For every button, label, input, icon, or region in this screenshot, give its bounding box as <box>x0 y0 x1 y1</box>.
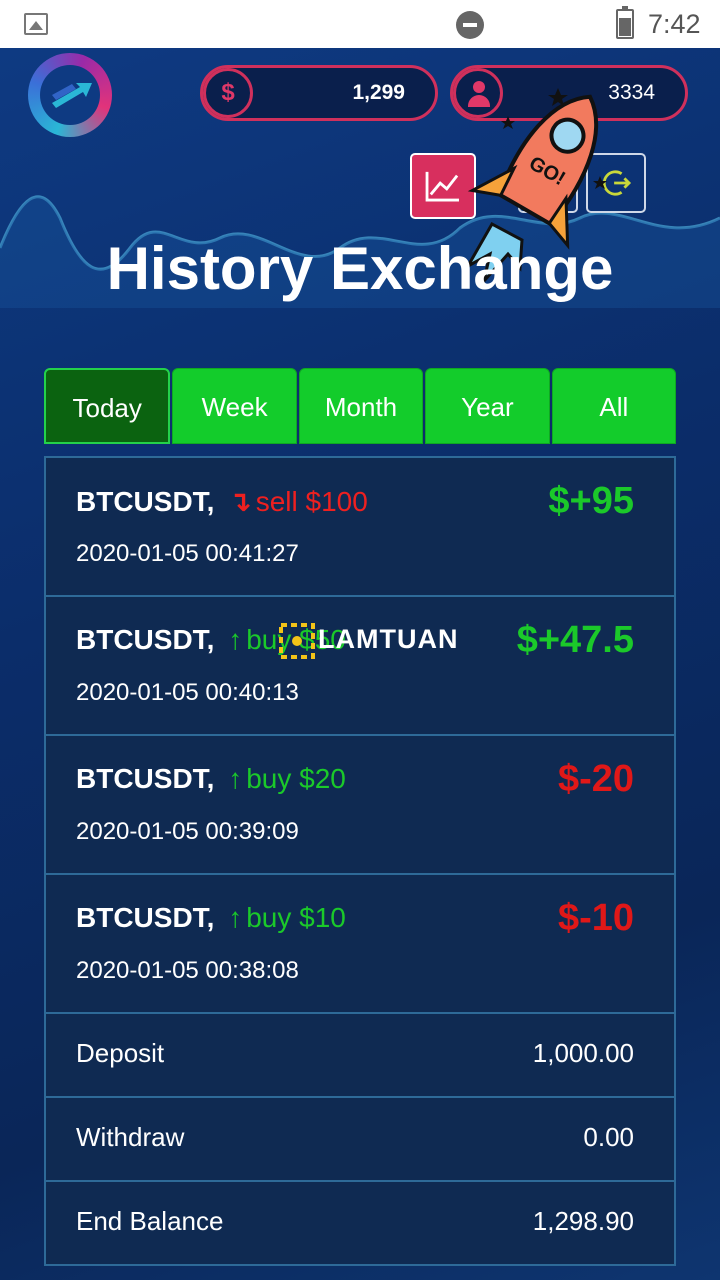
end-balance-label: End Balance <box>76 1206 224 1236</box>
trade-amount: sell $100 <box>255 486 368 517</box>
tab-today[interactable]: Today <box>44 368 171 444</box>
trade-row[interactable]: BTCUSDT, ↑ buy $10 2020-01-05 00:38:08 $-… <box>46 875 674 1014</box>
trade-amount: buy $20 <box>246 763 346 794</box>
deposit-row: Deposit 1,000.00 <box>46 1014 674 1098</box>
trade-time: 2020-01-05 00:39:09 <box>76 818 299 845</box>
tab-year[interactable]: Year <box>425 368 550 444</box>
trade-pair: BTCUSDT, <box>76 624 215 655</box>
withdraw-value: 0.00 <box>583 1122 634 1152</box>
trade-time: 2020-01-05 00:41:27 <box>76 540 299 567</box>
trade-profit: $+95 <box>548 480 634 522</box>
battery-icon <box>616 6 634 39</box>
trade-profit: $-20 <box>557 758 634 800</box>
withdraw-label: Withdraw <box>76 1122 185 1152</box>
trade-pair: BTCUSDT, <box>76 763 215 794</box>
balance-pill[interactable]: $ 1,299 <box>200 65 438 121</box>
trade-time: 2020-01-05 00:40:13 <box>76 679 299 706</box>
trade-direction: ↑ buy $10 <box>222 902 346 933</box>
arrow-down-icon: ↴ <box>228 486 252 517</box>
period-tabs: Today Week Month Year All <box>44 368 677 444</box>
trade-time: 2020-01-05 00:38:08 <box>76 957 299 984</box>
watermark-text: LAMTUAN <box>318 624 459 654</box>
do-not-disturb-icon <box>456 11 484 39</box>
trade-profit: $-10 <box>557 897 634 939</box>
tab-all[interactable]: All <box>551 368 677 444</box>
watermark-logo-icon <box>279 623 315 659</box>
deposit-label: Deposit <box>76 1038 165 1068</box>
trade-profit: $+47.5 <box>516 619 634 661</box>
logo-arrows-icon <box>52 83 92 108</box>
trade-title: BTCUSDT, ↴ sell $100 <box>76 485 368 518</box>
app-screen: $ 1,299 3334 GO! History Exchange Today … <box>0 48 720 1280</box>
withdraw-row: Withdraw 0.00 <box>46 1098 674 1182</box>
trade-amount: buy $10 <box>246 902 346 933</box>
clock: 7:42 <box>648 9 701 39</box>
trade-title: BTCUSDT, ↑ buy $20 <box>76 763 346 795</box>
end-balance-row: End Balance 1,298.90 <box>46 1182 674 1266</box>
dollar-icon: $ <box>203 68 253 118</box>
app-logo[interactable] <box>28 53 112 137</box>
trade-row[interactable]: BTCUSDT, ↑ buy $50 2020-01-05 00:40:13 $+… <box>46 597 674 736</box>
tab-week[interactable]: Week <box>172 368 297 444</box>
arrow-up-icon: ↑ <box>228 624 243 655</box>
end-balance-value: 1,298.90 <box>532 1206 634 1236</box>
balance-value: 1,299 <box>352 81 405 104</box>
page-title: History Exchange <box>106 235 614 302</box>
tab-month[interactable]: Month <box>298 368 424 444</box>
trade-pair: BTCUSDT, <box>76 486 215 517</box>
deposit-value: 1,000.00 <box>532 1038 634 1068</box>
trade-row[interactable]: BTCUSDT, ↑ buy $20 2020-01-05 00:39:09 $-… <box>46 736 674 875</box>
trade-row[interactable]: BTCUSDT, ↴ sell $100 2020-01-05 00:41:27 … <box>46 458 674 597</box>
status-bar: 7:42 <box>0 0 720 48</box>
trade-pair: BTCUSDT, <box>76 902 215 933</box>
trade-direction: ↴ sell $100 <box>222 486 368 517</box>
trade-title: BTCUSDT, ↑ buy $10 <box>76 902 346 934</box>
image-notification-icon <box>24 13 48 35</box>
arrow-up-icon: ↑ <box>228 902 243 933</box>
trade-direction: ↑ buy $20 <box>222 763 346 794</box>
arrow-up-icon: ↑ <box>228 763 243 794</box>
history-card: BTCUSDT, ↴ sell $100 2020-01-05 00:41:27 … <box>44 456 676 1266</box>
watermark: LAMTUAN <box>278 622 457 662</box>
